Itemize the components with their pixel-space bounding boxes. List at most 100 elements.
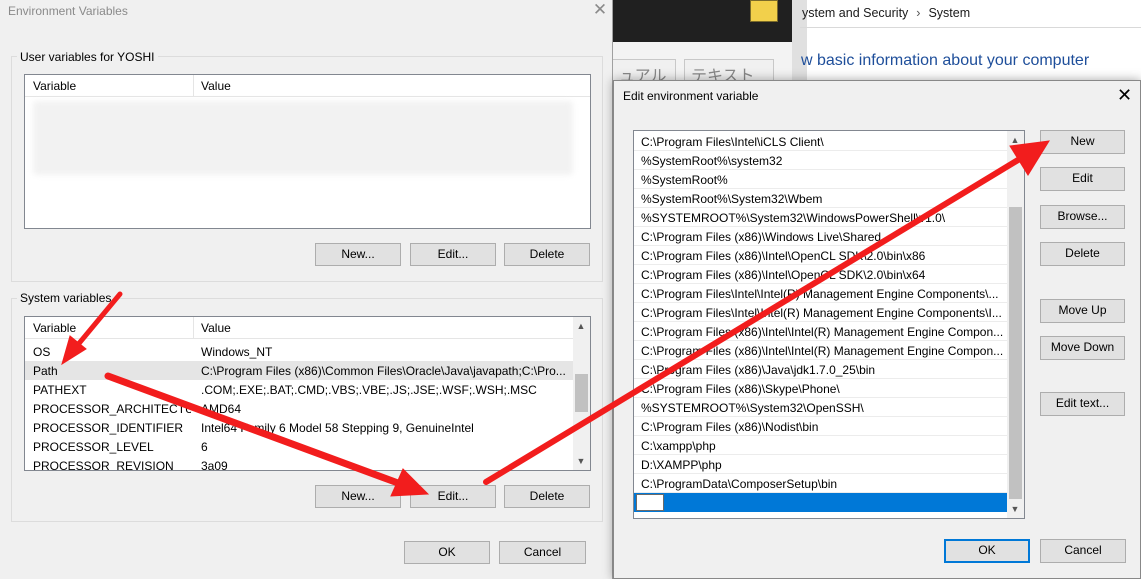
- cancel-button[interactable]: Cancel: [1040, 539, 1126, 563]
- system-row-pathext[interactable]: PATHEXT .COM;.EXE;.BAT;.CMD;.VBS;.VBE;.J…: [25, 380, 573, 399]
- path-text: C:\ProgramData\ComposerSetup\bin: [641, 477, 838, 491]
- delete-path-button[interactable]: Delete: [1040, 242, 1125, 266]
- scroll-down-icon[interactable]: ▼: [574, 454, 588, 468]
- path-entry[interactable]: %SystemRoot%\System32\Wbem: [634, 189, 1008, 208]
- path-entry[interactable]: %SystemRoot%\system32: [634, 151, 1008, 170]
- path-text: C:\Program Files\Intel\Intel(R) Manageme…: [641, 306, 1002, 320]
- dialog-title: Edit environment variable: [623, 89, 759, 103]
- variable-value: Intel64 Family 6 Model 58 Stepping 9, Ge…: [201, 421, 474, 435]
- user-avatar: [750, 0, 778, 22]
- system-row-processor-revision[interactable]: PROCESSOR_REVISION 3a09: [25, 456, 573, 471]
- system-row-processor-architecture[interactable]: PROCESSOR_ARCHITECTURE AMD64: [25, 399, 573, 418]
- path-text: C:\Program Files (x86)\Intel\Intel(R) Ma…: [641, 325, 1004, 339]
- path-list-scrollbar[interactable]: ▲ ▼: [1007, 131, 1024, 518]
- close-icon[interactable]: ✕: [1117, 86, 1132, 104]
- user-new-button[interactable]: New...: [315, 243, 401, 266]
- system-info-heading: w basic information about your computer: [801, 52, 1090, 69]
- breadcrumb: ystem and Security › System: [800, 0, 1141, 28]
- path-entry[interactable]: D:\XAMPP\php: [634, 455, 1008, 474]
- path-entry[interactable]: C:\Program Files\Intel\Intel(R) Manageme…: [634, 303, 1008, 322]
- path-text: %SYSTEMROOT%\System32\OpenSSH\: [641, 401, 864, 415]
- path-entry[interactable]: C:\Program Files (x86)\Intel\Intel(R) Ma…: [634, 341, 1008, 360]
- scrollbar-thumb[interactable]: [575, 374, 588, 412]
- path-entry[interactable]: C:\Program Files\Intel\Intel(R) Manageme…: [634, 284, 1008, 303]
- system-new-button[interactable]: New...: [315, 485, 401, 508]
- scroll-up-icon[interactable]: ▲: [1008, 133, 1022, 147]
- path-text: C:\Program Files (x86)\Intel\OpenCL SDK\…: [641, 249, 926, 263]
- path-text: C:\Program Files\Intel\iCLS Client\: [641, 135, 824, 149]
- system-variables-list[interactable]: Variable Value OS Windows_NT Path C:\Pro…: [24, 316, 591, 471]
- path-entry[interactable]: C:\xampp\php: [634, 436, 1008, 455]
- path-entry[interactable]: C:\Program Files (x86)\Intel\OpenCL SDK\…: [634, 246, 1008, 265]
- path-text: %SYSTEMROOT%\System32\WindowsPowerShell\…: [641, 211, 946, 225]
- system-edit-button[interactable]: Edit...: [410, 485, 496, 508]
- path-text: C:\Program Files (x86)\Nodist\bin: [641, 420, 819, 434]
- variable-value: AMD64: [201, 402, 242, 416]
- user-edit-button[interactable]: Edit...: [410, 243, 496, 266]
- user-variables-list[interactable]: Variable Value: [24, 74, 591, 229]
- path-text: C:\Program Files (x86)\Intel\Intel(R) Ma…: [641, 344, 1004, 358]
- browse-button[interactable]: Browse...: [1040, 205, 1125, 229]
- edit-path-button[interactable]: Edit: [1040, 167, 1125, 191]
- system-list-scrollbar[interactable]: ▲ ▼: [573, 317, 590, 470]
- variable-name: OS: [33, 345, 51, 359]
- new-path-input[interactable]: [636, 494, 664, 511]
- variable-value: C:\Program Files (x86)\Common Files\Orac…: [201, 364, 566, 378]
- path-entry[interactable]: C:\Program Files (x86)\Skype\Phone\: [634, 379, 1008, 398]
- path-entry[interactable]: %SYSTEMROOT%\System32\WindowsPowerShell\…: [634, 208, 1008, 227]
- variable-name: PROCESSOR_REVISION: [33, 459, 174, 471]
- ok-button[interactable]: OK: [404, 541, 490, 564]
- column-header-variable[interactable]: Variable: [33, 321, 76, 335]
- scroll-up-icon[interactable]: ▲: [574, 319, 588, 333]
- path-entry[interactable]: C:\Program Files (x86)\Java\jdk1.7.0_25\…: [634, 360, 1008, 379]
- blurred-user-variables: [33, 101, 573, 175]
- breadcrumb-item-system[interactable]: System: [928, 6, 970, 20]
- system-row-os[interactable]: OS Windows_NT: [25, 342, 573, 361]
- column-header-variable[interactable]: Variable: [33, 79, 76, 93]
- user-delete-button[interactable]: Delete: [504, 243, 590, 266]
- ok-button[interactable]: OK: [944, 539, 1030, 563]
- breadcrumb-item-system-security[interactable]: ystem and Security: [802, 6, 908, 20]
- system-delete-button[interactable]: Delete: [504, 485, 590, 508]
- variable-name: PROCESSOR_LEVEL: [33, 440, 154, 454]
- path-text: %SystemRoot%: [641, 173, 728, 187]
- path-entry[interactable]: C:\Program Files (x86)\Nodist\bin: [634, 417, 1008, 436]
- system-row-processor-level[interactable]: PROCESSOR_LEVEL 6: [25, 437, 573, 456]
- move-down-button[interactable]: Move Down: [1040, 336, 1125, 360]
- path-text: C:\Program Files (x86)\Skype\Phone\: [641, 382, 840, 396]
- list-header: Variable Value: [25, 317, 590, 339]
- path-entry[interactable]: C:\Program Files (x86)\Intel\Intel(R) Ma…: [634, 322, 1008, 341]
- column-header-value[interactable]: Value: [201, 79, 231, 93]
- close-icon[interactable]: ✕: [592, 1, 608, 18]
- path-text: C:\Program Files (x86)\Intel\OpenCL SDK\…: [641, 268, 926, 282]
- scroll-down-icon[interactable]: ▼: [1008, 502, 1022, 516]
- list-header: Variable Value: [25, 75, 590, 97]
- variable-name: PROCESSOR_IDENTIFIER: [33, 421, 184, 435]
- path-entry-new[interactable]: [634, 493, 1008, 512]
- column-header-value[interactable]: Value: [201, 321, 231, 335]
- path-entry[interactable]: C:\Program Files (x86)\Windows Live\Shar…: [634, 227, 1008, 246]
- path-text: C:\Program Files (x86)\Windows Live\Shar…: [641, 230, 882, 244]
- path-entries-list[interactable]: C:\Program Files\Intel\iCLS Client\ %Syst…: [633, 130, 1025, 519]
- path-entry[interactable]: C:\Program Files\Intel\iCLS Client\: [634, 132, 1008, 151]
- system-row-path[interactable]: Path C:\Program Files (x86)\Common Files…: [25, 361, 573, 380]
- new-path-button[interactable]: New: [1040, 130, 1125, 154]
- system-row-processor-identifier[interactable]: PROCESSOR_IDENTIFIER Intel64 Family 6 Mo…: [25, 418, 573, 437]
- path-entry[interactable]: %SYSTEMROOT%\System32\OpenSSH\: [634, 398, 1008, 417]
- path-entry[interactable]: C:\ProgramData\ComposerSetup\bin: [634, 474, 1008, 493]
- user-variables-label: User variables for YOSHI: [17, 50, 158, 64]
- path-text: C:\xampp\php: [641, 439, 716, 453]
- dialog-title: Environment Variables: [8, 4, 128, 18]
- column-divider[interactable]: [193, 317, 194, 339]
- path-entry[interactable]: %SystemRoot%: [634, 170, 1008, 189]
- path-text: C:\Program Files\Intel\Intel(R) Manageme…: [641, 287, 999, 301]
- column-divider[interactable]: [193, 75, 194, 97]
- scrollbar-thumb[interactable]: [1009, 207, 1022, 499]
- cancel-button[interactable]: Cancel: [499, 541, 586, 564]
- move-up-button[interactable]: Move Up: [1040, 299, 1125, 323]
- system-variables-label: System variables: [17, 291, 115, 305]
- path-entry[interactable]: C:\Program Files (x86)\Intel\OpenCL SDK\…: [634, 265, 1008, 284]
- variable-value: 6: [201, 440, 208, 454]
- edit-text-button[interactable]: Edit text...: [1040, 392, 1125, 416]
- path-text: D:\XAMPP\php: [641, 458, 722, 472]
